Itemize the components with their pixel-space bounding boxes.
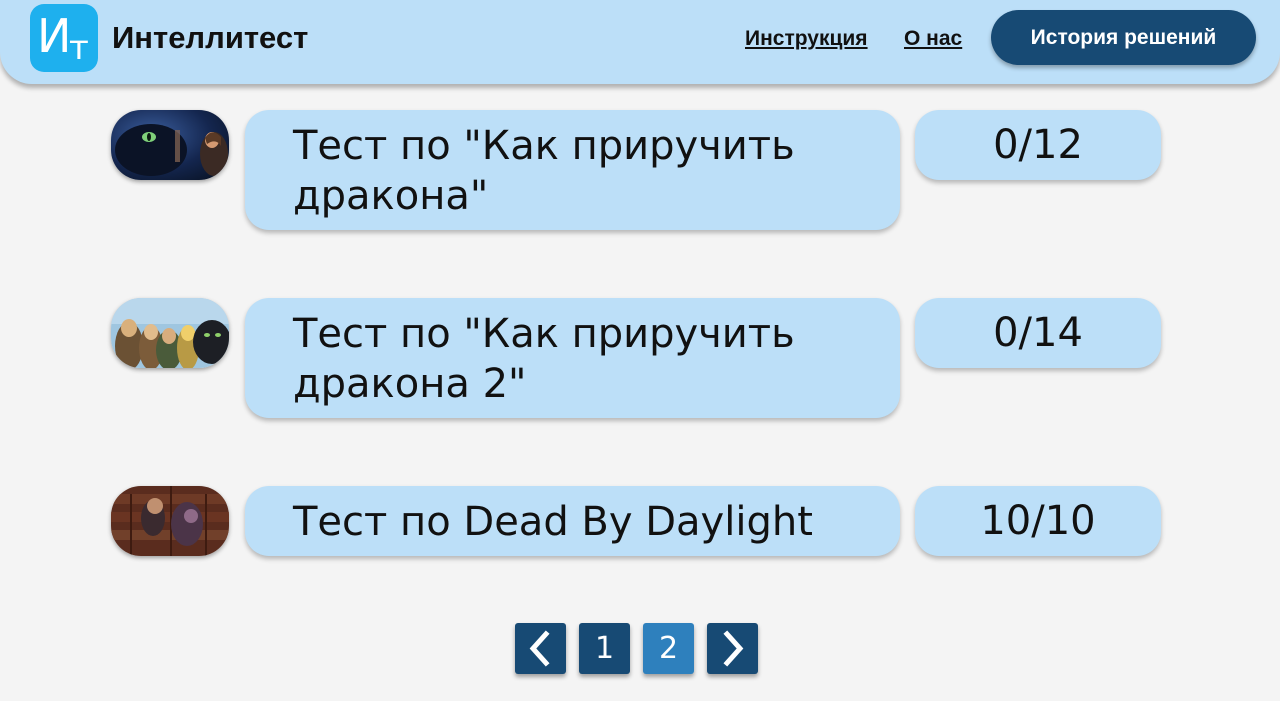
nav-link-instructions[interactable]: Инструкция: [745, 26, 868, 52]
pagination-page-2[interactable]: 2: [643, 623, 694, 674]
logo-letter-main: И: [37, 9, 72, 63]
brand-name[interactable]: Интеллитест: [112, 20, 308, 56]
chevron-left-icon: [529, 630, 550, 667]
test-score-card: 10/10: [915, 486, 1161, 556]
site-header: И т Интеллитест Инструкция О нас История…: [0, 0, 1280, 84]
test-thumbnail-dragon-night[interactable]: [111, 110, 229, 180]
test-score-card: 0/14: [915, 298, 1161, 368]
test-score-card: 0/12: [915, 110, 1161, 180]
pagination-page-1[interactable]: 1: [579, 623, 630, 674]
test-thumbnail-dead-by-daylight[interactable]: [111, 486, 229, 556]
test-title-card[interactable]: Тест по "Как приручить дракона 2": [245, 298, 900, 418]
history-button[interactable]: История решений: [991, 10, 1256, 65]
logo[interactable]: И т: [30, 4, 98, 72]
pagination-next-button[interactable]: [707, 623, 758, 674]
pagination-prev-button[interactable]: [515, 623, 566, 674]
test-title-card[interactable]: Тест по Dead By Daylight: [245, 486, 900, 556]
test-thumbnail-dragon-group[interactable]: [111, 298, 229, 368]
logo-letter-sub: т: [69, 28, 89, 68]
test-title-card[interactable]: Тест по "Как приручить дракона": [245, 110, 900, 230]
chevron-right-icon: [723, 630, 744, 667]
nav-link-about[interactable]: О нас: [904, 26, 962, 52]
